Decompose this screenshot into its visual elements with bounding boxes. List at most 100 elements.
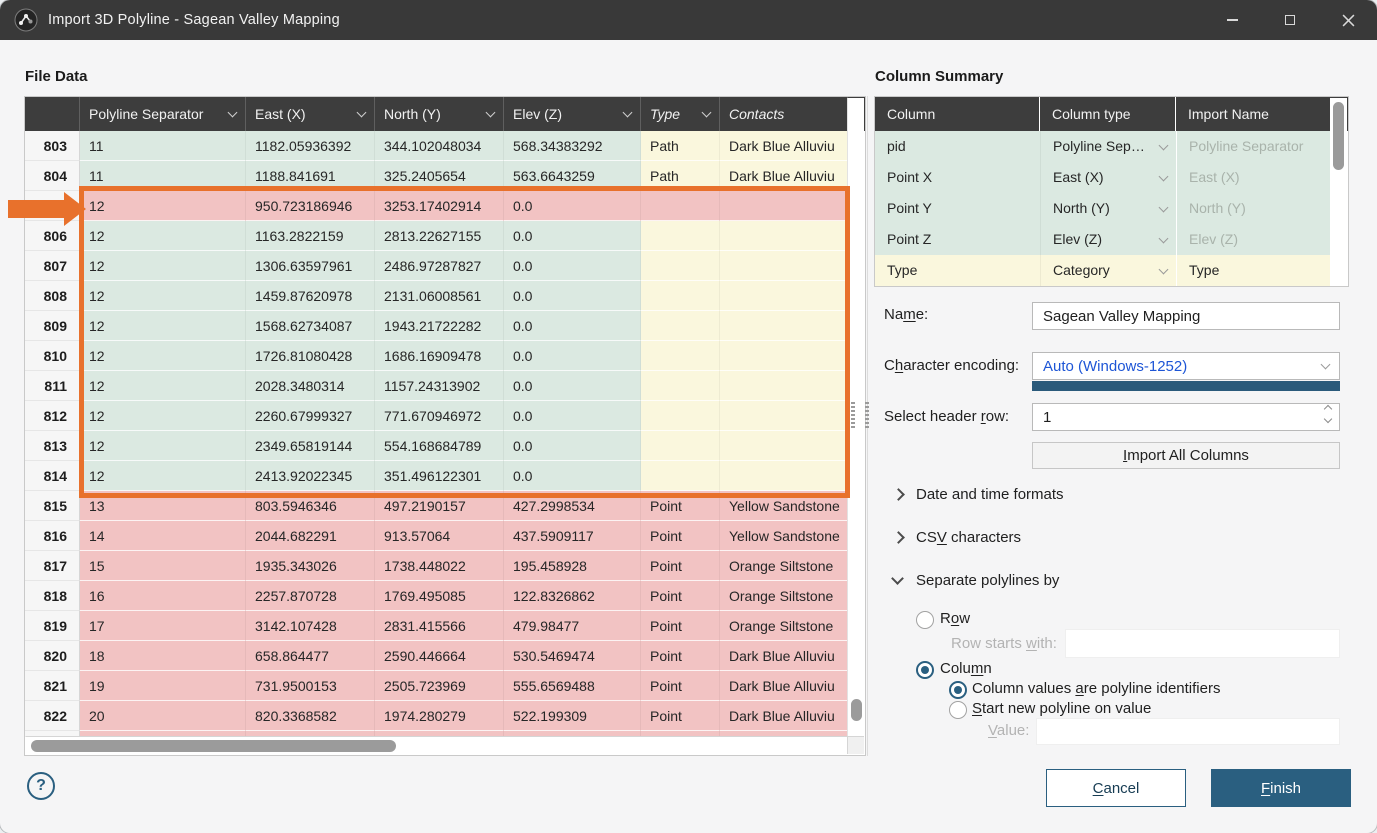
row-radio[interactable] <box>916 611 934 629</box>
cell-contacts: Orange Siltstone <box>720 581 848 611</box>
cell-type: Point <box>641 491 720 521</box>
cell-east: 1935.343026 <box>246 551 375 581</box>
cell-elev: 122.8326862 <box>504 581 641 611</box>
table-row[interactable]: 811122028.34803141157.243139020.0 <box>25 371 865 401</box>
table-row[interactable]: 818162257.8707281769.495085122.8326862Po… <box>25 581 865 611</box>
table-row[interactable]: 813122349.65819144554.1686847890.0 <box>25 431 865 461</box>
maximize-button[interactable] <box>1261 0 1319 40</box>
cell-north: 913.57064 <box>375 521 504 551</box>
cell-north: 1769.495085 <box>375 581 504 611</box>
column-type-dropdown[interactable]: East (X) <box>1040 162 1176 193</box>
column-values-identifiers-label[interactable]: Column values are polyline identifiers <box>972 680 1220 697</box>
row-number: 808 <box>25 281 80 311</box>
cell-east: 1182.05936392 <box>246 131 375 161</box>
column-type-dropdown[interactable]: North (Y) <box>1040 193 1176 224</box>
row-number: 817 <box>25 551 80 581</box>
import-name-field[interactable]: Polyline Separator <box>1176 131 1332 162</box>
vertical-scrollbar[interactable] <box>1330 98 1347 287</box>
start-new-polyline-radio[interactable] <box>949 701 967 719</box>
import-name-field[interactable]: North (Y) <box>1176 193 1332 224</box>
header-north[interactable]: North (Y) <box>375 97 504 131</box>
value-input[interactable] <box>1036 718 1340 745</box>
import-name-field[interactable]: Elev (Z) <box>1176 224 1332 255</box>
column-type-value: North (Y) <box>1053 193 1110 224</box>
table-row[interactable]: 809121568.627340871943.217222820.0 <box>25 311 865 341</box>
table-row[interactable]: 817151935.3430261738.448022195.458928Poi… <box>25 551 865 581</box>
table-row[interactable]: 819173142.1074282831.415566479.98477Poin… <box>25 611 865 641</box>
table-row[interactable]: 82018658.8644772590.446664530.5469474Poi… <box>25 641 865 671</box>
column-type-dropdown[interactable]: Polyline Sep… <box>1040 131 1176 162</box>
scrollbar-thumb[interactable] <box>1333 102 1344 170</box>
cell-north: 2831.415566 <box>375 611 504 641</box>
cell-north: 325.2405654 <box>375 161 504 191</box>
chevron-down-icon <box>1159 233 1169 243</box>
chevron-down-icon <box>1159 202 1169 212</box>
start-new-polyline-label[interactable]: Start new polyline on value <box>972 700 1151 717</box>
column-type-dropdown[interactable]: Category <box>1040 255 1176 286</box>
encoding-confidence-bar <box>1032 381 1340 391</box>
header-east[interactable]: East (X) <box>246 97 375 131</box>
import-name-field[interactable]: Type <box>1176 255 1332 286</box>
cell-east: 2044.682291 <box>246 521 375 551</box>
splitter-grip[interactable] <box>865 402 869 428</box>
encoding-select[interactable]: Auto (Windows-1252) <box>1032 352 1340 380</box>
name-input[interactable] <box>1032 302 1340 330</box>
chevron-down-icon <box>1321 360 1331 370</box>
table-row[interactable]: 808121459.876209782131.060085610.0 <box>25 281 865 311</box>
horizontal-scrollbar[interactable] <box>26 736 849 754</box>
import-all-columns-button[interactable]: Import All Columns <box>1032 442 1340 469</box>
cell-elev: 530.5469474 <box>504 641 641 671</box>
table-row[interactable]: 810121726.810804281686.169094780.0 <box>25 341 865 371</box>
cell-type <box>641 431 720 461</box>
cell-polyline-separator: 12 <box>80 311 246 341</box>
table-row[interactable]: 816142044.682291913.57064437.5909117Poin… <box>25 521 865 551</box>
import-name-field[interactable]: East (X) <box>1176 162 1332 193</box>
finish-button[interactable]: Finish <box>1211 769 1351 807</box>
cell-polyline-separator: 19 <box>80 671 246 701</box>
chevron-right-icon <box>892 488 905 501</box>
column-radio[interactable] <box>916 661 934 679</box>
cell-type: Point <box>641 581 720 611</box>
spinner-arrows[interactable] <box>1325 406 1331 422</box>
date-time-formats-section[interactable]: Date and time formats <box>916 486 1064 503</box>
header-row-spinner[interactable]: 1 <box>1032 403 1340 431</box>
summary-column-name: pid <box>875 131 1040 162</box>
cell-elev: 568.34383292 <box>504 131 641 161</box>
vertical-scrollbar[interactable] <box>847 98 864 738</box>
header-polyline-separator[interactable]: Polyline Separator <box>80 97 246 131</box>
scrollbar-thumb[interactable] <box>851 699 862 721</box>
column-type-dropdown[interactable]: Elev (Z) <box>1040 224 1176 255</box>
table-row[interactable]: 807121306.635979612486.972878270.0 <box>25 251 865 281</box>
cell-north: 1686.16909478 <box>375 341 504 371</box>
table-row[interactable]: 82119731.95001532505.723969555.6569488Po… <box>25 671 865 701</box>
header-type[interactable]: Type <box>641 97 720 131</box>
table-row[interactable]: 806121163.28221592813.226271550.0 <box>25 221 865 251</box>
header-elev[interactable]: Elev (Z) <box>504 97 641 131</box>
row-starts-with-input[interactable] <box>1065 629 1340 658</box>
row-radio-label[interactable]: Row <box>940 610 970 627</box>
table-row[interactable]: 803111182.05936392344.102048034568.34383… <box>25 131 865 161</box>
table-row[interactable]: 82220820.33685821974.280279522.199309Poi… <box>25 701 865 731</box>
cell-contacts: Yellow Sandstone <box>720 491 848 521</box>
header-contacts[interactable]: Contacts <box>720 97 848 131</box>
annotation-arrow-icon <box>64 192 86 226</box>
help-button[interactable]: ? <box>27 772 55 800</box>
header-label: East (X) <box>255 106 306 122</box>
table-row[interactable]: 812122260.67999327771.6709469720.0 <box>25 401 865 431</box>
close-button[interactable] <box>1319 0 1377 40</box>
cancel-button[interactable]: Cancel <box>1046 769 1186 807</box>
csv-characters-section[interactable]: CSV characters <box>916 529 1021 546</box>
table-row[interactable]: 81513803.5946346497.2190157427.2998534Po… <box>25 491 865 521</box>
separate-polylines-section[interactable]: Separate polylines by <box>916 572 1059 589</box>
scrollbar-thumb[interactable] <box>31 740 396 752</box>
splitter-grip[interactable] <box>851 402 855 428</box>
table-row[interactable]: 804111188.841691325.2405654563.6643259Pa… <box>25 161 865 191</box>
summary-row: TypeCategoryType <box>875 255 1348 286</box>
table-row[interactable]: 80512950.7231869463253.174029140.0 <box>25 191 865 221</box>
minimize-button[interactable] <box>1203 0 1261 40</box>
chevron-down-icon <box>1159 264 1169 274</box>
table-row[interactable]: 814122413.92022345351.4961223010.0 <box>25 461 865 491</box>
row-number: 822 <box>25 701 80 731</box>
column-values-identifiers-radio[interactable] <box>949 681 967 699</box>
column-radio-label[interactable]: Column <box>940 660 992 677</box>
